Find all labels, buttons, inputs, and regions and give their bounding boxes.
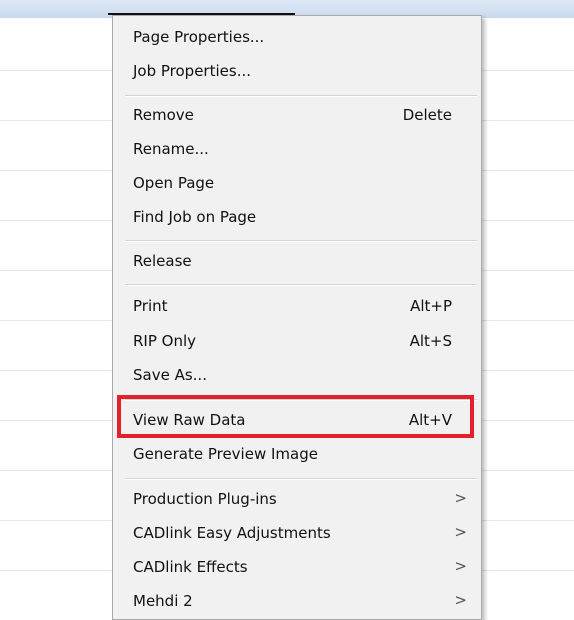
- menu-item-label: Save As...: [133, 366, 207, 384]
- menu-separator: [125, 399, 477, 401]
- menu-item-label: CADlink Easy Adjustments: [133, 524, 331, 542]
- menu-item-generate-preview-image[interactable]: Generate Preview Image: [113, 440, 481, 470]
- menu-item-rip-only[interactable]: RIP Only Alt+S: [113, 327, 481, 357]
- menu-separator: [125, 95, 477, 97]
- menu-item-label: Page Properties...: [133, 28, 265, 46]
- menu-item-mehdi-2[interactable]: Mehdi 2 >: [113, 587, 481, 617]
- menu-separator: [125, 284, 477, 286]
- menu-item-label: Print: [133, 297, 168, 315]
- menu-item-view-raw-data[interactable]: View Raw Data Alt+V: [113, 406, 481, 436]
- menu-item-label: CADlink Effects: [133, 558, 248, 576]
- menu-item-label: Rename...: [133, 140, 209, 158]
- menu-separator: [125, 478, 477, 480]
- menu-item-label: Open Page: [133, 174, 215, 192]
- menu-item-label: Generate Preview Image: [133, 445, 318, 463]
- menu-item-job-properties[interactable]: Job Properties...: [113, 57, 481, 87]
- menu-item-shortcut: Delete: [402, 106, 452, 124]
- menu-item-shortcut: Alt+S: [409, 332, 452, 350]
- menu-item-label: Release: [133, 252, 192, 270]
- menu-item-save-as[interactable]: Save As...: [113, 361, 481, 391]
- menu-item-cadlink-easy-adjustments[interactable]: CADlink Easy Adjustments >: [113, 519, 481, 549]
- menu-item-rename[interactable]: Rename...: [113, 135, 481, 165]
- menu-item-release[interactable]: Release: [113, 247, 481, 277]
- menu-item-label: Production Plug-ins: [133, 490, 277, 508]
- menu-item-label: Find Job on Page: [133, 208, 257, 226]
- menu-item-cadlink-effects[interactable]: CADlink Effects >: [113, 553, 481, 583]
- chevron-right-icon: >: [454, 591, 467, 609]
- menu-separator: [125, 240, 477, 242]
- screenshot-stage: Page Properties... Job Properties... Rem…: [0, 0, 574, 620]
- menu-item-shortcut: Alt+P: [410, 297, 452, 315]
- menu-item-remove[interactable]: Remove Delete: [113, 101, 481, 131]
- menu-item-production-plug-ins[interactable]: Production Plug-ins >: [113, 485, 481, 515]
- chevron-right-icon: >: [454, 523, 467, 541]
- chevron-right-icon: >: [454, 489, 467, 507]
- menu-item-label: Mehdi 2: [133, 592, 193, 610]
- menu-item-open-page[interactable]: Open Page: [113, 169, 481, 199]
- menu-item-find-job-on-page[interactable]: Find Job on Page: [113, 203, 481, 233]
- menu-item-print[interactable]: Print Alt+P: [113, 292, 481, 322]
- chevron-right-icon: >: [454, 557, 467, 575]
- menu-item-label: RIP Only: [133, 332, 197, 350]
- menu-item-shortcut: Alt+V: [408, 411, 452, 429]
- menu-item-label: Job Properties...: [133, 62, 252, 80]
- menu-item-page-properties[interactable]: Page Properties...: [113, 23, 481, 53]
- context-menu: Page Properties... Job Properties... Rem…: [112, 15, 482, 620]
- menu-item-label: Remove: [133, 106, 194, 124]
- menu-item-label: View Raw Data: [133, 411, 246, 429]
